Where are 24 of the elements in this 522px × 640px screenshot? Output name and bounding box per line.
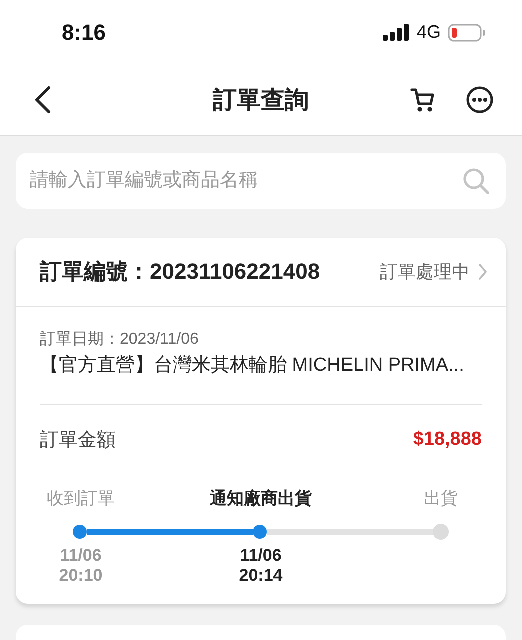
amount-label: 訂單金額 — [40, 429, 116, 453]
step-date: 11/06 — [60, 546, 102, 566]
network-label: 4G — [416, 22, 441, 43]
battery-icon — [448, 24, 486, 42]
more-icon[interactable] — [466, 86, 494, 114]
search-input[interactable]: 請輸入訂單編號或商品名稱 — [28, 169, 462, 193]
order-status: 訂單處理中 — [380, 261, 470, 284]
order-card[interactable]: 訂單編號：20231106221408 訂單處理中 訂單日期：2023/11/06 【官方直營】台灣米其林輪胎 MICHELIN PRIMA... 訂單金額 $18,888 收到訂單 通知廠商出貨 出貨 11/06 20:10 11/06 20:14 — [16, 238, 506, 604]
order-date: 訂單日期：2023/11/06 — [40, 330, 200, 350]
step-time: 20:10 — [59, 566, 103, 586]
step-label: 出貨 — [424, 488, 458, 510]
step-date: 11/06 — [240, 546, 282, 566]
clock-time: 8:16 — [62, 20, 106, 46]
back-icon[interactable] — [34, 86, 52, 114]
product-name: 【官方直營】台灣米其林輪胎 MICHELIN PRIMA... — [40, 354, 466, 378]
search-field[interactable]: 請輸入訂單編號或商品名稱 — [16, 153, 506, 209]
step-time: 20:14 — [239, 566, 283, 586]
cart-icon[interactable] — [410, 87, 436, 113]
page-title: 訂單查詢 — [213, 86, 309, 116]
step-label: 收到訂單 — [47, 488, 115, 510]
order-number: 訂單編號：20231106221408 — [40, 258, 322, 286]
signal-icon — [382, 24, 410, 41]
amount-value: $18,888 — [413, 429, 482, 451]
step-label: 通知廠商出貨 — [210, 488, 312, 510]
